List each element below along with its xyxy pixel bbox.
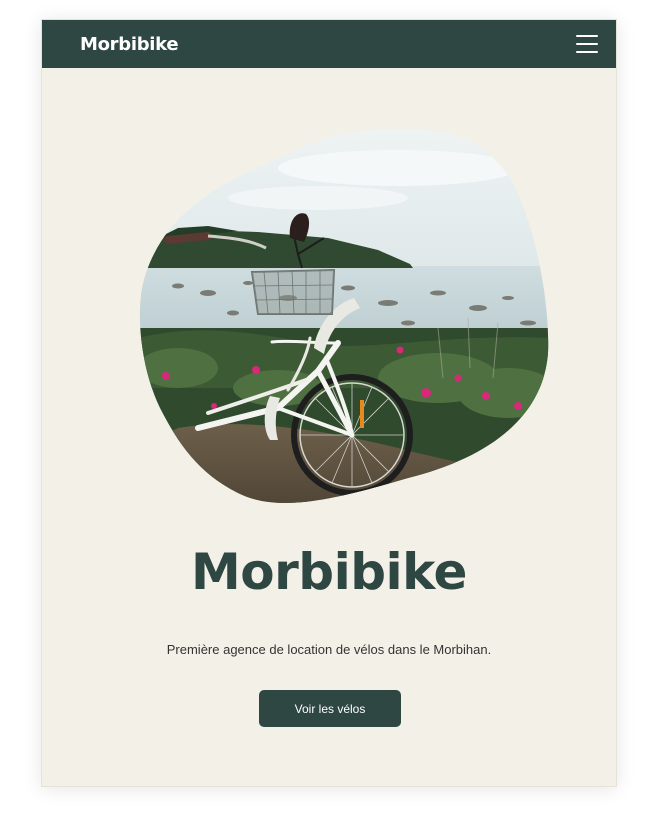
page-frame: Morbibike Morbibike Première agence de l… xyxy=(41,19,617,787)
view-bikes-button[interactable]: Voir les vélos xyxy=(259,690,401,727)
menu-line xyxy=(576,35,598,37)
menu-line xyxy=(576,51,598,53)
hamburger-menu-icon[interactable] xyxy=(576,35,598,53)
hero-subtitle: Première agence de location de vélos dan… xyxy=(166,642,492,657)
hero-title: Morbibike xyxy=(191,543,467,601)
menu-line xyxy=(576,43,598,45)
navbar: Morbibike xyxy=(42,20,616,68)
brand-logo[interactable]: Morbibike xyxy=(80,34,179,55)
hero-bicycle-image xyxy=(139,129,549,503)
